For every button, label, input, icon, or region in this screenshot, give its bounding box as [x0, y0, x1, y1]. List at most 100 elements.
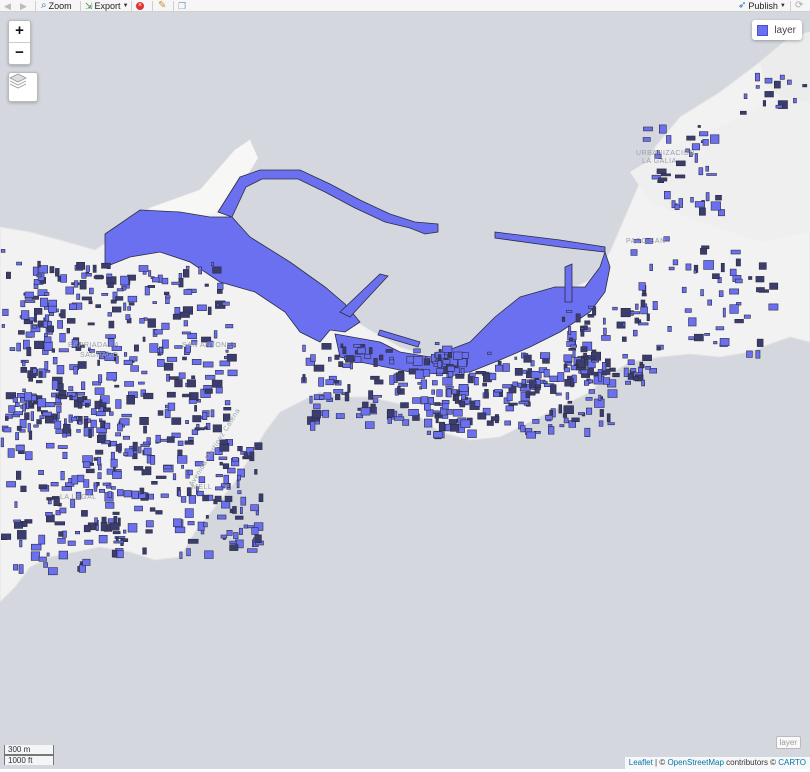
building — [568, 326, 572, 335]
building — [477, 412, 487, 420]
zoom-button[interactable]: ⌕ Zoom — [41, 0, 72, 12]
building — [685, 263, 692, 271]
building — [15, 432, 20, 441]
building — [60, 309, 66, 319]
building — [25, 451, 33, 461]
export-button[interactable]: ⇲ Export ▼ — [85, 0, 129, 12]
building — [583, 380, 590, 386]
osm-link[interactable]: OpenStreetMap — [667, 758, 723, 767]
building — [254, 442, 263, 450]
building — [143, 392, 154, 400]
building — [254, 534, 262, 544]
building — [162, 339, 169, 349]
building — [124, 381, 134, 387]
building — [15, 444, 25, 452]
building — [437, 354, 442, 362]
building — [143, 425, 147, 434]
building — [571, 417, 580, 422]
forward-button[interactable]: ▶ — [20, 0, 27, 12]
building — [412, 397, 421, 404]
building — [434, 402, 441, 406]
building — [580, 346, 588, 353]
building — [165, 404, 169, 409]
building — [413, 348, 421, 354]
building — [178, 372, 186, 379]
building — [61, 486, 72, 491]
building — [746, 350, 753, 358]
building — [621, 336, 627, 342]
building — [37, 260, 41, 268]
leaflet-link[interactable]: Leaflet — [629, 758, 653, 767]
zoom-out-button[interactable]: − — [9, 42, 30, 64]
building — [187, 521, 195, 526]
building — [76, 262, 85, 270]
building — [28, 378, 34, 382]
carto-link[interactable]: CARTO — [778, 758, 806, 767]
building — [563, 354, 573, 362]
building — [155, 434, 161, 443]
legend-swatch — [757, 24, 769, 36]
building — [188, 399, 197, 404]
building — [583, 325, 588, 331]
building — [60, 470, 65, 481]
building — [697, 125, 701, 128]
zoom-in-button[interactable]: + — [9, 21, 30, 42]
popout-button[interactable]: ❐ — [178, 0, 186, 12]
building — [385, 349, 393, 353]
building — [93, 482, 98, 492]
street-label: SAN ANTONIO — [182, 342, 236, 349]
building — [83, 479, 90, 488]
building — [203, 522, 208, 528]
building — [233, 532, 239, 540]
building — [69, 394, 73, 401]
building — [183, 289, 193, 295]
building — [149, 343, 159, 353]
building — [124, 352, 128, 357]
building — [755, 350, 761, 359]
building — [167, 402, 176, 411]
attribution-text: contributors © — [723, 758, 779, 767]
building — [94, 517, 98, 524]
building — [184, 440, 194, 445]
building — [14, 501, 18, 508]
refresh-button[interactable]: ⟳ — [795, 0, 803, 12]
building — [73, 366, 78, 375]
building — [24, 392, 33, 402]
building — [59, 332, 66, 343]
building — [684, 308, 692, 313]
building — [715, 195, 722, 201]
building — [372, 394, 382, 398]
layer-tag[interactable]: layer — [775, 736, 801, 749]
layers-control[interactable] — [8, 72, 38, 102]
building — [163, 362, 174, 371]
building — [545, 415, 553, 421]
building — [115, 296, 124, 301]
building — [125, 314, 131, 321]
publish-button[interactable]: ➶ Publish ▼ — [738, 0, 786, 12]
clear-button[interactable]: × — [136, 0, 144, 12]
building — [335, 393, 341, 401]
building — [543, 368, 550, 378]
building — [353, 344, 362, 348]
building — [57, 537, 66, 544]
building — [55, 429, 64, 434]
building — [762, 100, 767, 107]
building — [173, 518, 182, 527]
brush-button[interactable]: ✎ — [158, 0, 166, 12]
building — [389, 356, 394, 361]
building — [224, 495, 233, 502]
building — [565, 392, 570, 400]
building — [691, 143, 701, 151]
building — [49, 266, 55, 274]
map-canvas[interactable]: URBANIZACION LA GALIA PADO SAN BARRIADA … — [0, 12, 810, 769]
back-button[interactable]: ◀ — [4, 0, 11, 12]
building — [666, 135, 672, 144]
building — [20, 366, 27, 373]
building — [5, 416, 9, 421]
building — [22, 360, 26, 367]
building — [422, 369, 431, 377]
building — [584, 427, 591, 438]
building — [357, 347, 366, 354]
building — [185, 265, 190, 269]
building — [107, 312, 112, 317]
